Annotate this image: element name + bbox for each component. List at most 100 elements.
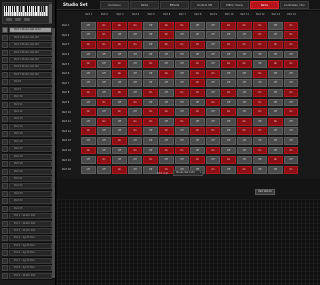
toggle-cell-off[interactable]: Off <box>205 60 221 69</box>
toggle-cell-off[interactable]: Off <box>174 69 190 78</box>
toggle-cell-off[interactable]: Off <box>158 137 174 145</box>
toggle-cell-off[interactable]: Off <box>81 79 96 88</box>
toggle-cell-on[interactable]: On <box>81 108 96 117</box>
toggle-cell-off[interactable]: Off <box>221 79 236 88</box>
part-select-button[interactable] <box>2 64 8 71</box>
toggle-cell-on[interactable]: On <box>96 98 112 107</box>
toggle-cell-on[interactable]: On <box>112 108 127 117</box>
toggle-cell-on[interactable]: On <box>283 165 299 174</box>
part-select-button[interactable] <box>2 109 8 116</box>
toggle-cell-off[interactable]: Off <box>96 69 112 78</box>
part-select-button[interactable] <box>2 123 8 130</box>
part-select-button[interactable] <box>2 94 8 101</box>
toggle-cell-on[interactable]: On <box>205 69 221 78</box>
part-select-button[interactable] <box>2 116 8 123</box>
toggle-cell-off[interactable]: Off <box>96 60 112 69</box>
toggle-cell-off[interactable]: Off <box>268 165 283 174</box>
toggle-cell-off[interactable]: Off <box>236 69 252 78</box>
toggle-cell-off[interactable]: Off <box>268 98 283 107</box>
toggle-cell-off[interactable]: Off <box>96 79 112 88</box>
toggle-cell-off[interactable]: Off <box>143 127 158 136</box>
toggle-cell-on[interactable]: On <box>252 89 268 97</box>
toggle-cell-off[interactable]: Off <box>236 108 252 117</box>
sidebar-part-item[interactable]: Part 14 <box>2 123 52 132</box>
part-select-button[interactable] <box>2 138 8 145</box>
sidebar-part-item[interactable]: Part 20 <box>2 168 52 176</box>
part-select-button[interactable] <box>2 228 8 235</box>
toggle-cell-off[interactable]: Off <box>174 31 190 40</box>
toggle-cell-off[interactable]: Off <box>190 98 205 107</box>
toggle-cell-on[interactable]: On <box>96 21 112 30</box>
toggle-cell-off[interactable]: Off <box>205 108 221 117</box>
toggle-cell-on[interactable]: On <box>221 108 236 117</box>
toggle-cell-off[interactable]: Off <box>252 50 268 59</box>
toggle-cell-off[interactable]: Off <box>158 156 174 164</box>
toggle-cell-on[interactable]: On <box>112 89 127 97</box>
toggle-cell-off[interactable]: Off <box>283 127 299 136</box>
tab-control-sft[interactable]: Control Sft <box>190 1 219 9</box>
sidebar-part-item[interactable]: Part 23 <box>2 190 52 199</box>
toggle-cell-off[interactable]: Off <box>221 165 236 174</box>
sidebar-part-item[interactable]: Ext 4 - Synth Pad <box>2 235 52 243</box>
toggle-cell-off[interactable]: Off <box>205 79 221 88</box>
toggle-cell-off[interactable]: Off <box>190 146 205 155</box>
sidebar-part-item[interactable]: Part 19 <box>2 161 52 169</box>
toggle-cell-off[interactable]: Off <box>252 60 268 69</box>
sidebar-part-item[interactable]: Ext 5 - Synth Pad <box>2 242 52 251</box>
sidebar-part-item[interactable]: Part 25 <box>2 205 52 213</box>
toggle-cell-on[interactable]: On <box>190 69 205 78</box>
toggle-cell-on[interactable]: On <box>221 60 236 69</box>
toggle-cell-on[interactable]: On <box>112 165 127 174</box>
toggle-cell-off[interactable]: Off <box>96 108 112 117</box>
toggle-cell-on[interactable]: On <box>221 156 236 164</box>
toggle-cell-off[interactable]: Off <box>158 79 174 88</box>
toggle-cell-off[interactable]: Off <box>127 69 143 78</box>
sidebar-part-item[interactable]: Part 16 <box>2 138 52 146</box>
part-select-button[interactable] <box>2 250 8 257</box>
toggle-cell-off[interactable]: Off <box>174 79 190 88</box>
toggle-cell-off[interactable]: Off <box>96 146 112 155</box>
toggle-cell-on[interactable]: On <box>158 108 174 117</box>
toggle-cell-on[interactable]: On <box>127 21 143 30</box>
toggle-cell-off[interactable]: Off <box>236 146 252 155</box>
toggle-cell-off[interactable]: Off <box>268 137 283 145</box>
part-select-button[interactable] <box>2 235 8 242</box>
toggle-cell-on[interactable]: On <box>283 89 299 97</box>
toggle-cell-off[interactable]: Off <box>81 69 96 78</box>
toggle-cell-off[interactable]: Off <box>221 31 236 40</box>
sidebar-part-item[interactable]: Ext 8 - Synth Pad <box>2 265 52 273</box>
toggle-cell-off[interactable]: Off <box>236 156 252 164</box>
sidebar-part-item[interactable]: Part 2 Studio Set Ctrl <box>2 34 52 42</box>
toggle-cell-on[interactable]: On <box>283 146 299 155</box>
part-select-button[interactable] <box>2 86 8 93</box>
part-select-button[interactable] <box>2 257 8 264</box>
toggle-cell-on[interactable]: On <box>96 41 112 49</box>
toggle-cell-on[interactable]: On <box>81 89 96 97</box>
toggle-cell-on[interactable]: On <box>252 108 268 117</box>
toggle-cell-on[interactable]: On <box>268 41 283 49</box>
toggle-cell-off[interactable]: Off <box>221 117 236 126</box>
toggle-cell-on[interactable]: On <box>143 89 158 97</box>
toggle-cell-off[interactable]: Off <box>158 50 174 59</box>
part-select-button[interactable] <box>2 49 8 56</box>
control-select[interactable]: Studio Set Cntrl ▾ <box>173 170 203 176</box>
toggle-cell-off[interactable]: Off <box>268 69 283 78</box>
sidebar-part-item[interactable]: Part 17 <box>2 146 52 154</box>
toggle-cell-on[interactable]: On <box>268 156 283 164</box>
toggle-cell-on[interactable]: On <box>127 146 143 155</box>
toggle-cell-on[interactable]: On <box>112 60 127 69</box>
part-select-button[interactable] <box>2 205 8 212</box>
toggle-cell-off[interactable]: Off <box>236 137 252 145</box>
part-select-button[interactable] <box>2 27 8 34</box>
toggle-cell-off[interactable]: Off <box>205 21 221 30</box>
toggle-cell-off[interactable]: Off <box>190 117 205 126</box>
toggle-cell-on[interactable]: On <box>283 21 299 30</box>
toggle-cell-off[interactable]: Off <box>221 137 236 145</box>
toggle-cell-on[interactable]: On <box>112 21 127 30</box>
toggle-cell-on[interactable]: On <box>174 41 190 49</box>
toggle-cell-off[interactable]: Off <box>127 137 143 145</box>
toggle-cell-off[interactable]: Off <box>96 89 112 97</box>
toggle-cell-off[interactable]: Off <box>158 89 174 97</box>
toggle-cell-off[interactable]: Off <box>190 137 205 145</box>
part-select-button[interactable] <box>2 242 8 249</box>
